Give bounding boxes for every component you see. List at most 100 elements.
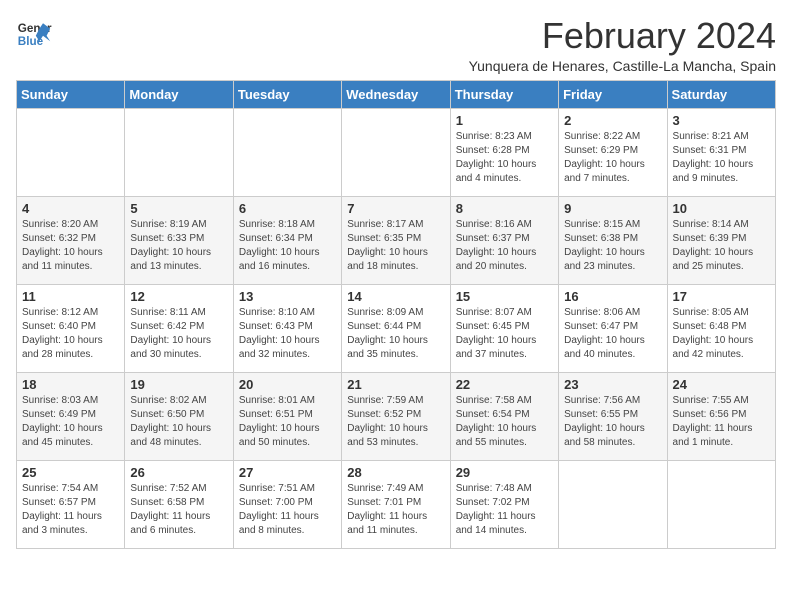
calendar-cell: 19Sunrise: 8:02 AM Sunset: 6:50 PM Dayli… bbox=[125, 372, 233, 460]
day-number: 11 bbox=[22, 289, 119, 304]
calendar-cell bbox=[342, 108, 450, 196]
day-detail: Sunrise: 8:01 AM Sunset: 6:51 PM Dayligh… bbox=[239, 394, 336, 450]
day-detail: Sunrise: 8:06 AM Sunset: 6:47 PM Dayligh… bbox=[564, 306, 661, 362]
calendar-cell bbox=[125, 108, 233, 196]
day-detail: Sunrise: 8:07 AM Sunset: 6:45 PM Dayligh… bbox=[456, 306, 553, 362]
day-detail: Sunrise: 8:10 AM Sunset: 6:43 PM Dayligh… bbox=[239, 306, 336, 362]
calendar-cell: 22 Sunrise: 7:58 AM Sunset: 6:54 PM Dayli… bbox=[450, 372, 558, 460]
day-number: 20 bbox=[239, 377, 336, 392]
day-number: 23 bbox=[564, 377, 661, 392]
day-detail: Sunrise: 8:16 AM Sunset: 6:37 PM Dayligh… bbox=[456, 218, 553, 274]
month-title: February 2024 bbox=[469, 16, 776, 56]
calendar-week-row: 18 Sunrise: 8:03 AM Sunset: 6:49 PM Dayli… bbox=[17, 372, 776, 460]
day-detail: Sunrise: 8:23 AM Sunset: 6:28 PM Dayligh… bbox=[456, 130, 553, 186]
calendar-cell: 9 Sunrise: 8:15 AM Sunset: 6:38 PM Daylig… bbox=[559, 196, 667, 284]
calendar-cell: 21 Sunrise: 7:59 AM Sunset: 6:52 PM Dayli… bbox=[342, 372, 450, 460]
day-detail: Sunrise: 7:54 AM Sunset: 6:57 PM Dayligh… bbox=[22, 482, 119, 538]
day-number: 5 bbox=[130, 201, 227, 216]
day-number: 7 bbox=[347, 201, 444, 216]
day-detail: Sunrise: 8:17 AM Sunset: 6:35 PM Dayligh… bbox=[347, 218, 444, 274]
day-number: 12 bbox=[130, 289, 227, 304]
day-detail: Sunrise: 7:56 AM Sunset: 6:55 PM Dayligh… bbox=[564, 394, 661, 450]
calendar-cell: 14 Sunrise: 8:09 AM Sunset: 6:44 PM Dayli… bbox=[342, 284, 450, 372]
calendar-cell: 8 Sunrise: 8:16 AM Sunset: 6:37 PM Daylig… bbox=[450, 196, 558, 284]
header-wednesday: Wednesday bbox=[342, 80, 450, 108]
day-detail: Sunrise: 8:09 AM Sunset: 6:44 PM Dayligh… bbox=[347, 306, 444, 362]
day-number: 19 bbox=[130, 377, 227, 392]
day-detail: Sunrise: 8:03 AM Sunset: 6:49 PM Dayligh… bbox=[22, 394, 119, 450]
day-detail: Sunrise: 8:18 AM Sunset: 6:34 PM Dayligh… bbox=[239, 218, 336, 274]
calendar-cell: 28Sunrise: 7:49 AM Sunset: 7:01 PM Dayli… bbox=[342, 460, 450, 548]
day-detail: Sunrise: 8:14 AM Sunset: 6:39 PM Dayligh… bbox=[673, 218, 770, 274]
calendar-cell bbox=[17, 108, 125, 196]
day-detail: Sunrise: 8:22 AM Sunset: 6:29 PM Dayligh… bbox=[564, 130, 661, 186]
calendar-week-row: 4Sunrise: 8:20 AM Sunset: 6:32 PM Daylig… bbox=[17, 196, 776, 284]
calendar-cell: 18 Sunrise: 8:03 AM Sunset: 6:49 PM Dayli… bbox=[17, 372, 125, 460]
day-number: 28 bbox=[347, 465, 444, 480]
calendar-cell: 7 Sunrise: 8:17 AM Sunset: 6:35 PM Daylig… bbox=[342, 196, 450, 284]
calendar-cell: 17 Sunrise: 8:05 AM Sunset: 6:48 PM Dayli… bbox=[667, 284, 775, 372]
day-number: 9 bbox=[564, 201, 661, 216]
day-number: 10 bbox=[673, 201, 770, 216]
day-number: 13 bbox=[239, 289, 336, 304]
day-number: 16 bbox=[564, 289, 661, 304]
calendar-cell: 5Sunrise: 8:19 AM Sunset: 6:33 PM Daylig… bbox=[125, 196, 233, 284]
day-number: 17 bbox=[673, 289, 770, 304]
calendar-cell: 11 Sunrise: 8:12 AM Sunset: 6:40 PM Dayli… bbox=[17, 284, 125, 372]
calendar-cell: 6 Sunrise: 8:18 AM Sunset: 6:34 PM Daylig… bbox=[233, 196, 341, 284]
day-number: 24 bbox=[673, 377, 770, 392]
calendar-cell: 16 Sunrise: 8:06 AM Sunset: 6:47 PM Dayli… bbox=[559, 284, 667, 372]
calendar-cell: 20 Sunrise: 8:01 AM Sunset: 6:51 PM Dayli… bbox=[233, 372, 341, 460]
day-number: 2 bbox=[564, 113, 661, 128]
calendar-cell: 13 Sunrise: 8:10 AM Sunset: 6:43 PM Dayli… bbox=[233, 284, 341, 372]
calendar-cell: 2 Sunrise: 8:22 AM Sunset: 6:29 PM Daylig… bbox=[559, 108, 667, 196]
day-detail: Sunrise: 7:48 AM Sunset: 7:02 PM Dayligh… bbox=[456, 482, 553, 538]
header-tuesday: Tuesday bbox=[233, 80, 341, 108]
calendar-cell: 25 Sunrise: 7:54 AM Sunset: 6:57 PM Dayli… bbox=[17, 460, 125, 548]
header-sunday: Sunday bbox=[17, 80, 125, 108]
calendar-cell: 26Sunrise: 7:52 AM Sunset: 6:58 PM Dayli… bbox=[125, 460, 233, 548]
day-number: 14 bbox=[347, 289, 444, 304]
day-number: 18 bbox=[22, 377, 119, 392]
day-number: 21 bbox=[347, 377, 444, 392]
day-detail: Sunrise: 7:59 AM Sunset: 6:52 PM Dayligh… bbox=[347, 394, 444, 450]
day-number: 22 bbox=[456, 377, 553, 392]
calendar-header-row: SundayMondayTuesdayWednesdayThursdayFrid… bbox=[17, 80, 776, 108]
calendar-cell bbox=[233, 108, 341, 196]
day-detail: Sunrise: 8:15 AM Sunset: 6:38 PM Dayligh… bbox=[564, 218, 661, 274]
page-header: General Blue February 2024 Yunquera de H… bbox=[16, 16, 776, 74]
header-thursday: Thursday bbox=[450, 80, 558, 108]
header-monday: Monday bbox=[125, 80, 233, 108]
day-detail: Sunrise: 8:12 AM Sunset: 6:40 PM Dayligh… bbox=[22, 306, 119, 362]
title-block: February 2024 Yunquera de Henares, Casti… bbox=[469, 16, 776, 74]
calendar-table: SundayMondayTuesdayWednesdayThursdayFrid… bbox=[16, 80, 776, 549]
day-number: 6 bbox=[239, 201, 336, 216]
calendar-cell: 4Sunrise: 8:20 AM Sunset: 6:32 PM Daylig… bbox=[17, 196, 125, 284]
header-saturday: Saturday bbox=[667, 80, 775, 108]
day-detail: Sunrise: 8:20 AM Sunset: 6:32 PM Dayligh… bbox=[22, 218, 119, 274]
day-detail: Sunrise: 7:55 AM Sunset: 6:56 PM Dayligh… bbox=[673, 394, 770, 450]
logo: General Blue bbox=[16, 16, 52, 52]
calendar-week-row: 11 Sunrise: 8:12 AM Sunset: 6:40 PM Dayli… bbox=[17, 284, 776, 372]
calendar-cell: 12Sunrise: 8:11 AM Sunset: 6:42 PM Dayli… bbox=[125, 284, 233, 372]
day-number: 29 bbox=[456, 465, 553, 480]
day-detail: Sunrise: 8:05 AM Sunset: 6:48 PM Dayligh… bbox=[673, 306, 770, 362]
calendar-cell: 10 Sunrise: 8:14 AM Sunset: 6:39 PM Dayli… bbox=[667, 196, 775, 284]
calendar-cell: 15Sunrise: 8:07 AM Sunset: 6:45 PM Dayli… bbox=[450, 284, 558, 372]
location-subtitle: Yunquera de Henares, Castille-La Mancha,… bbox=[469, 58, 776, 74]
day-number: 27 bbox=[239, 465, 336, 480]
calendar-cell: 1 Sunrise: 8:23 AM Sunset: 6:28 PM Daylig… bbox=[450, 108, 558, 196]
calendar-week-row: 1 Sunrise: 8:23 AM Sunset: 6:28 PM Daylig… bbox=[17, 108, 776, 196]
day-detail: Sunrise: 8:21 AM Sunset: 6:31 PM Dayligh… bbox=[673, 130, 770, 186]
calendar-week-row: 25 Sunrise: 7:54 AM Sunset: 6:57 PM Dayli… bbox=[17, 460, 776, 548]
calendar-cell bbox=[559, 460, 667, 548]
day-detail: Sunrise: 7:51 AM Sunset: 7:00 PM Dayligh… bbox=[239, 482, 336, 538]
day-number: 3 bbox=[673, 113, 770, 128]
day-number: 1 bbox=[456, 113, 553, 128]
day-number: 8 bbox=[456, 201, 553, 216]
calendar-cell bbox=[667, 460, 775, 548]
day-number: 25 bbox=[22, 465, 119, 480]
logo-icon: General Blue bbox=[16, 16, 52, 52]
day-detail: Sunrise: 7:58 AM Sunset: 6:54 PM Dayligh… bbox=[456, 394, 553, 450]
calendar-cell: 27 Sunrise: 7:51 AM Sunset: 7:00 PM Dayli… bbox=[233, 460, 341, 548]
